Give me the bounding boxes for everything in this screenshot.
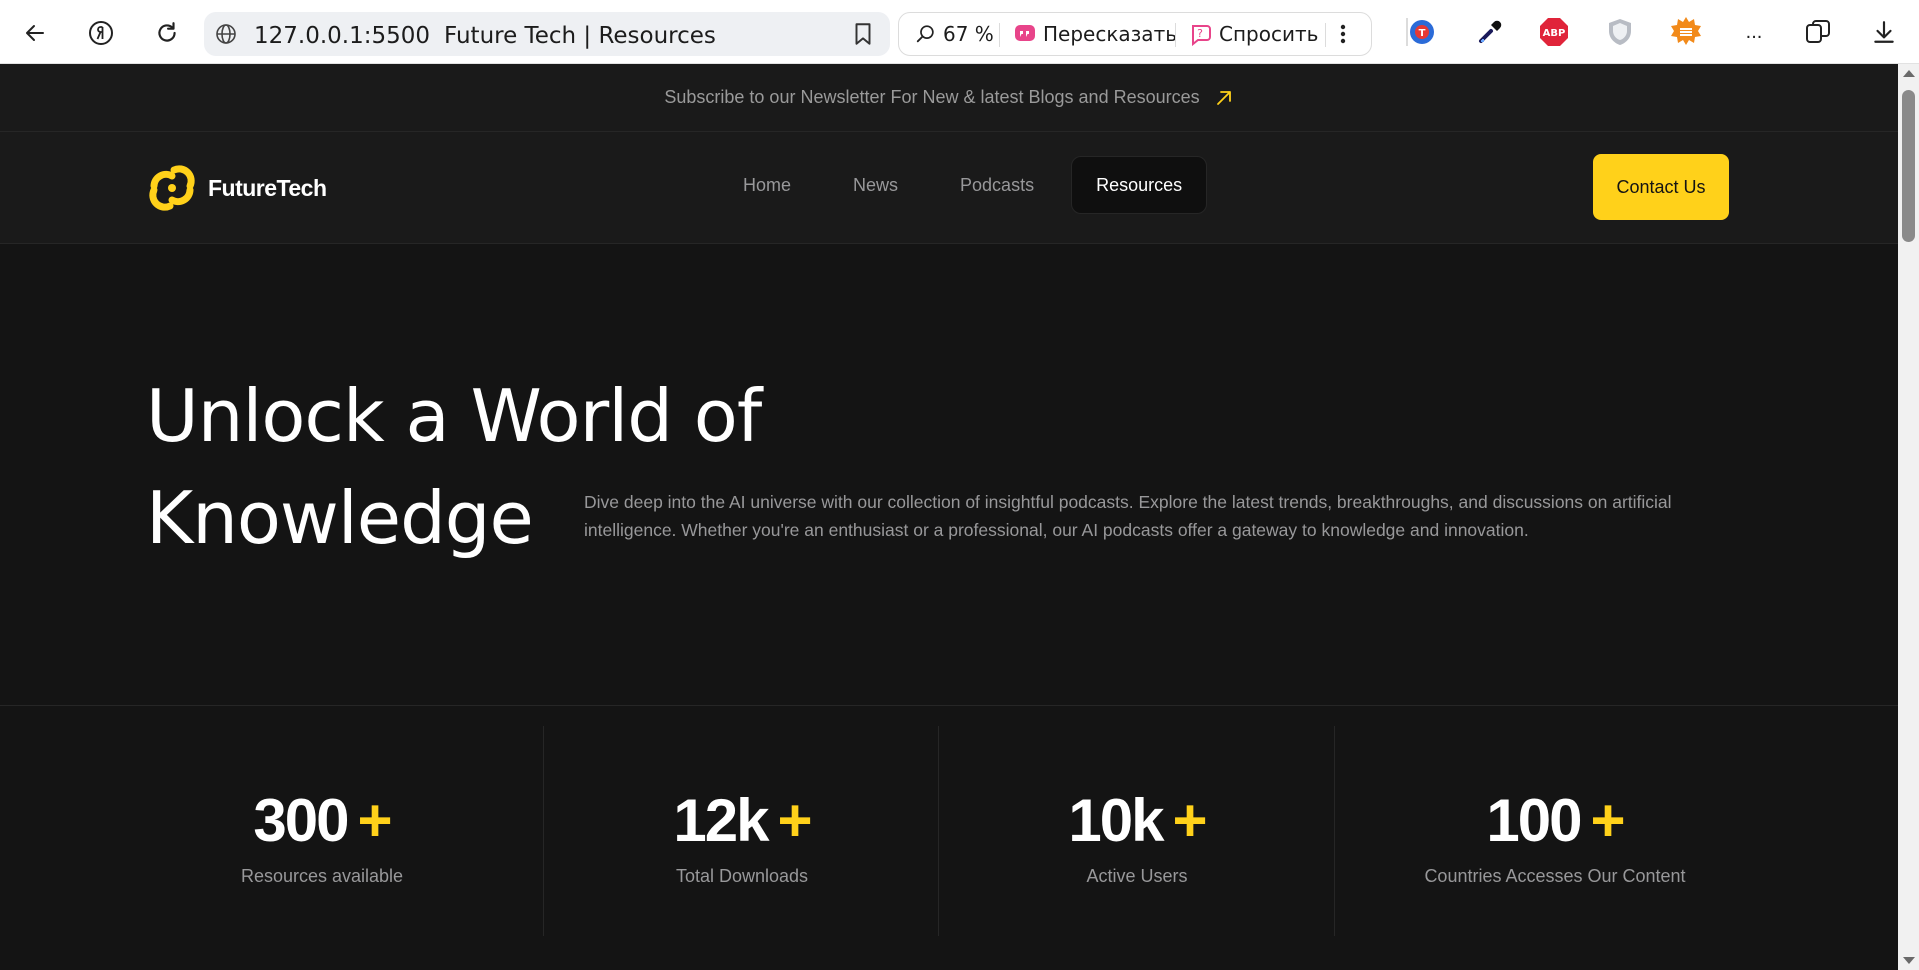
plus-sign: + (1172, 787, 1208, 854)
hero-title-line-1: Unlock a World of (146, 374, 762, 458)
back-button[interactable] (16, 14, 54, 52)
main-nav: Home News Podcasts Resources (718, 156, 1208, 214)
nav-item-podcasts[interactable]: Podcasts (935, 156, 1059, 214)
orange-burst-icon (1671, 17, 1701, 45)
shield-icon (1609, 19, 1631, 45)
page-title-text: Future Tech | Resources (444, 23, 716, 49)
svg-text:?: ? (1197, 27, 1203, 40)
newsletter-text[interactable]: Subscribe to our Newsletter For New & la… (664, 87, 1199, 108)
newsletter-banner[interactable]: Subscribe to our Newsletter For New & la… (0, 64, 1898, 132)
plus-sign: + (777, 787, 813, 854)
nav-item-resources[interactable]: Resources (1071, 156, 1208, 214)
translate-globe-icon: T (1410, 20, 1434, 44)
eyedropper-icon (1479, 20, 1502, 43)
stat-label: Resources available (240, 866, 404, 886)
globe-icon (214, 22, 238, 51)
reload-button[interactable] (148, 14, 186, 52)
arrow-up-right-icon (1216, 90, 1231, 105)
url-text[interactable]: 127.0.0.1:5500 (254, 23, 430, 49)
stat-countries: 100 + Countries Accesses Our Content (1335, 726, 1775, 936)
ask-button[interactable]: ? Спросить (1189, 13, 1318, 55)
hero-description: Dive deep into the AI universe with our … (584, 492, 1672, 540)
stat-value: 300 + (253, 787, 393, 854)
divider (999, 23, 1000, 47)
hero-title-line-2: Knowledge (146, 476, 534, 560)
scroll-down-arrow-icon[interactable] (1903, 957, 1915, 964)
tabs-button[interactable] (1802, 16, 1834, 48)
stat-label: Total Downloads (675, 866, 809, 886)
scroll-up-arrow-icon[interactable] (1903, 70, 1915, 77)
nav-item-home[interactable]: Home (718, 156, 816, 214)
scrollbar-thumb[interactable] (1902, 90, 1915, 242)
stat-value: 10k + (1068, 787, 1208, 854)
shield-extension[interactable] (1604, 16, 1636, 48)
logo-text: FutureTech (208, 174, 327, 201)
kebab-menu-button[interactable] (1339, 13, 1347, 55)
stat-label: Countries Accesses Our Content (1424, 866, 1686, 886)
stat-active-users: 10k + Active Users (939, 726, 1335, 936)
zoom-icon (916, 25, 934, 43)
svg-text:T: T (1419, 28, 1426, 39)
svg-text:ABP: ABP (1543, 28, 1566, 39)
browser-toolbar: 127.0.0.1:5500 Future Tech | Resources 6… (0, 0, 1919, 64)
plus-sign: + (357, 787, 393, 854)
nav-item-news[interactable]: News (828, 156, 923, 214)
zoom-level: 67 % (943, 22, 994, 46)
stat-value: 100 + (1486, 787, 1626, 854)
adblock-icon: ABP (1540, 18, 1568, 46)
sun-extension[interactable] (1670, 16, 1702, 48)
assistant-pill: 67 % Пересказать ? Спросить (898, 12, 1372, 56)
yandex-button[interactable] (82, 14, 120, 52)
quote-bubble-icon (1015, 25, 1035, 41)
download-icon (1874, 21, 1894, 43)
stat-resources: 300 + Resources available (122, 726, 522, 936)
site-logo[interactable]: FutureTech (146, 162, 327, 214)
retell-label: Пересказать (1043, 22, 1178, 46)
address-bar[interactable]: 127.0.0.1:5500 Future Tech | Resources (204, 12, 890, 56)
futuretech-logo-icon (149, 165, 195, 211)
plus-sign: + (1590, 787, 1626, 854)
bookmark-icon[interactable] (850, 21, 876, 52)
more-extensions-button[interactable]: ... (1738, 16, 1770, 48)
contact-us-button[interactable]: Contact Us (1593, 154, 1729, 220)
stat-label: Active Users (1086, 866, 1188, 886)
site-header: FutureTech Home News Podcasts Resources … (0, 132, 1898, 244)
adblock-extension[interactable]: ABP (1538, 16, 1570, 48)
hero-section: Unlock a World of Knowledge Dive deep in… (0, 244, 1898, 706)
ask-bubble-icon: ? (1192, 25, 1211, 46)
yandex-icon (89, 21, 113, 45)
eyedropper-extension[interactable] (1474, 16, 1506, 48)
downloads-button[interactable] (1868, 16, 1900, 48)
stats-section: 300 + Resources available 12k + Total Down… (0, 706, 1898, 970)
arrow-left-icon (26, 25, 44, 41)
retell-button[interactable]: Пересказать (1013, 13, 1177, 55)
stat-downloads: 12k + Total Downloads (544, 726, 940, 936)
divider (1175, 23, 1176, 47)
kebab-icon (1340, 24, 1346, 44)
divider (1325, 23, 1326, 47)
ask-label: Спросить (1219, 22, 1319, 46)
zoom-control[interactable]: 67 % (915, 13, 994, 55)
tabs-icon (1806, 20, 1830, 43)
translate-extension[interactable]: T (1406, 16, 1438, 48)
page-scrollbar[interactable] (1898, 64, 1919, 970)
web-page: Subscribe to our Newsletter For New & la… (0, 64, 1898, 970)
stat-value: 12k + (673, 787, 813, 854)
reload-icon (158, 22, 176, 42)
